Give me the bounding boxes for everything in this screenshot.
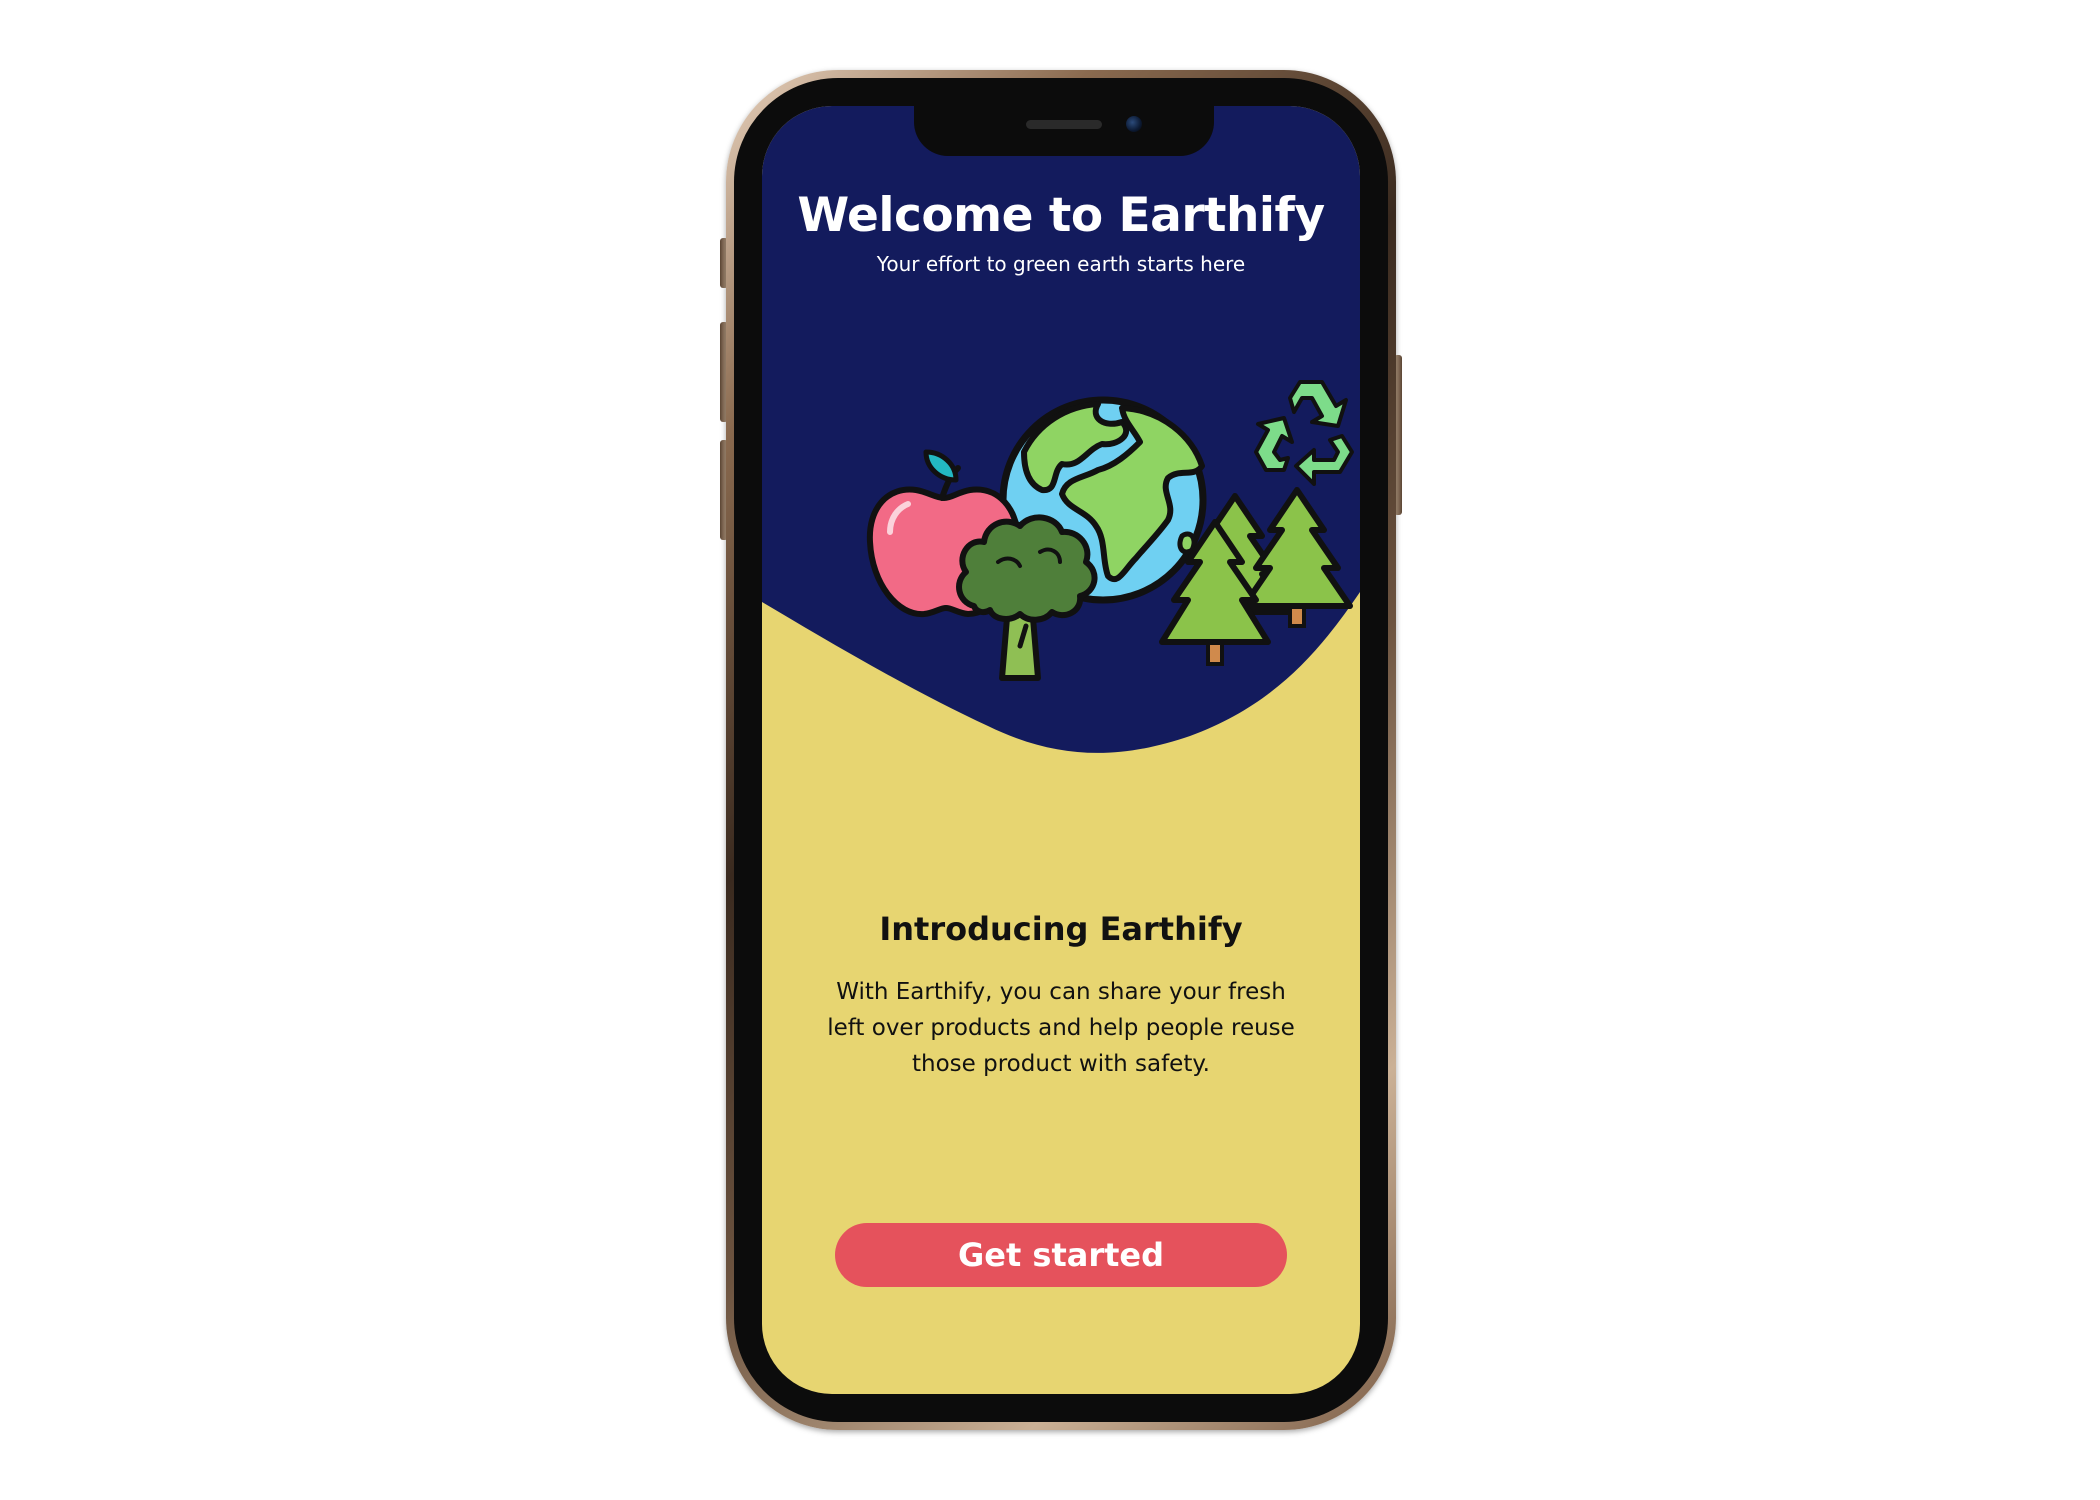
recycle-icon bbox=[1254, 380, 1354, 486]
phone-screen: Welcome to Earthify Your effort to green… bbox=[762, 106, 1360, 1394]
get-started-button[interactable]: Get started bbox=[835, 1223, 1287, 1287]
intro-heading: Introducing Earthify bbox=[879, 910, 1243, 948]
mockup-stage: Welcome to Earthify Your effort to green… bbox=[0, 0, 2100, 1500]
broccoli-icon bbox=[956, 514, 1098, 681]
intro-description: With Earthify, you can share your fresh … bbox=[827, 979, 1295, 1077]
eco-illustration bbox=[866, 380, 1354, 681]
